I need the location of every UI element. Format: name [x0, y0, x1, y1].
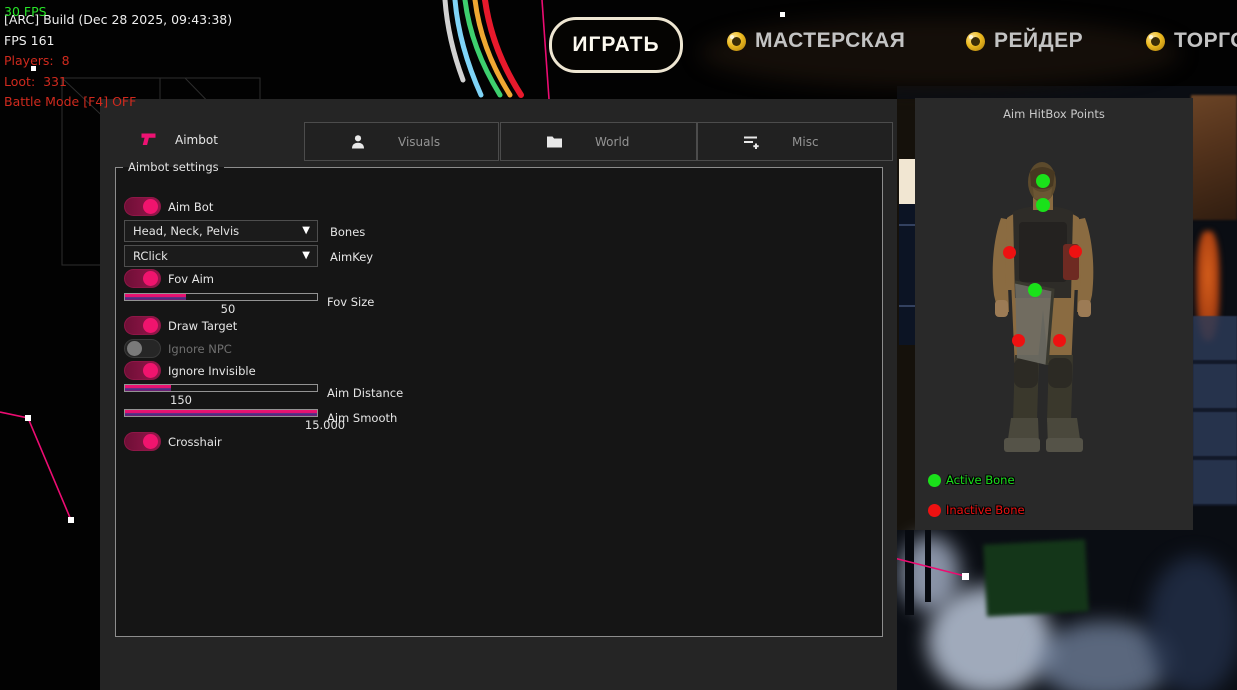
hitbox-point-left-leg[interactable] — [1012, 334, 1025, 347]
aim-smooth-label: Aim Smooth — [327, 411, 397, 425]
cheat-menu-panel: Aimbot Visuals World — [100, 99, 897, 690]
active-bone-label: Active Bone — [946, 473, 1015, 487]
crosshair-toggle[interactable] — [124, 432, 161, 451]
loot-count: Loot: 331 — [4, 72, 232, 93]
chevron-down-icon: ▼ — [302, 225, 310, 236]
screen: 30 FPS [ARC] Build (Dec 28 2025, 09:43:3… — [0, 0, 1237, 690]
ignore-invisible-toggle[interactable] — [124, 361, 161, 380]
tab-label: Aimbot — [175, 133, 218, 147]
aim-bot-toggle[interactable] — [124, 197, 161, 216]
hitbox-panel: Aim HitBox Points — [915, 98, 1193, 530]
hitbox-point-neck[interactable] — [1036, 198, 1050, 212]
draw-target-toggle[interactable] — [124, 316, 161, 335]
fps-overlay-text: 30 FPS — [4, 2, 47, 23]
tab-label: World — [595, 135, 629, 149]
crosshair-label: Crosshair — [168, 435, 222, 449]
hitbox-panel-title: Aim HitBox Points — [915, 107, 1193, 121]
hitbox-point-left-arm[interactable] — [1003, 246, 1016, 259]
aim-distance-label: Aim Distance — [327, 386, 403, 400]
group-title: Aimbot settings — [123, 160, 224, 174]
battle-mode-status: Battle Mode [F4] OFF — [4, 92, 232, 113]
players-count: Players: 8 — [4, 51, 232, 72]
menu-item-label: ТОРГО — [1174, 29, 1237, 53]
tab-visuals[interactable]: Visuals — [304, 122, 499, 161]
chevron-down-icon: ▼ — [302, 250, 310, 261]
aim-bot-label: Aim Bot — [168, 200, 213, 214]
menu-item-workshop[interactable]: МАСТЕРСКАЯ — [727, 29, 905, 53]
fov-size-label: Fov Size — [327, 295, 374, 309]
tab-misc[interactable]: Misc — [697, 122, 893, 161]
ignore-npc-toggle[interactable] — [124, 339, 161, 358]
pistol-icon — [140, 132, 157, 147]
aimkey-dropdown[interactable]: RClick ▼ — [124, 245, 318, 267]
ignore-npc-label: Ignore NPC — [168, 342, 232, 356]
bones-dropdown[interactable]: Head, Neck, Pelvis ▼ — [124, 220, 318, 242]
inactive-bone-label: Inactive Bone — [946, 503, 1025, 517]
menu-item-label: РЕЙДЕР — [994, 29, 1083, 53]
aim-distance-value: 150 — [151, 393, 211, 407]
ignore-invisible-label: Ignore Invisible — [168, 364, 256, 378]
tab-aimbot[interactable]: Aimbot — [140, 132, 218, 147]
bones-value: Head, Neck, Pelvis — [133, 224, 239, 238]
menu-item-label: МАСТЕРСКАЯ — [755, 29, 905, 53]
inactive-bone-dot — [928, 504, 941, 517]
hitbox-point-right-leg[interactable] — [1053, 334, 1066, 347]
menu-item-trade[interactable]: ТОРГО — [1146, 29, 1237, 53]
aimbot-settings-group: Aimbot settings Aim Bot Head, Neck, Pelv… — [115, 160, 883, 637]
debug-hud: 30 FPS [ARC] Build (Dec 28 2025, 09:43:3… — [4, 2, 232, 113]
aimkey-label: AimKey — [330, 250, 373, 264]
tab-world[interactable]: World — [500, 122, 697, 161]
fov-size-slider[interactable] — [124, 293, 318, 301]
bones-label: Bones — [330, 225, 365, 239]
coin-icon — [1146, 32, 1165, 51]
hitbox-point-pelvis[interactable] — [1028, 283, 1042, 297]
hitbox-point-head[interactable] — [1036, 174, 1050, 188]
tab-label: Visuals — [398, 135, 440, 149]
aimkey-value: RClick — [133, 249, 168, 263]
coin-icon — [966, 32, 985, 51]
active-bone-dot — [928, 474, 941, 487]
hitbox-point-right-arm[interactable] — [1069, 245, 1082, 258]
fov-size-value: 50 — [198, 302, 258, 316]
menu-item-raider[interactable]: РЕЙДЕР — [966, 29, 1083, 53]
play-button[interactable]: ИГРАТЬ — [549, 17, 683, 73]
tab-label: Misc — [792, 135, 819, 149]
aim-smooth-slider[interactable] — [124, 409, 318, 417]
fov-aim-toggle[interactable] — [124, 269, 161, 288]
fps-text: FPS 161 — [4, 31, 232, 52]
draw-target-label: Draw Target — [168, 319, 237, 333]
aim-distance-slider[interactable] — [124, 384, 318, 392]
person-icon — [350, 134, 366, 150]
fov-aim-label: Fov Aim — [168, 272, 214, 286]
coin-icon — [727, 32, 746, 51]
folder-icon — [546, 134, 563, 149]
sliders-icon — [743, 134, 760, 150]
